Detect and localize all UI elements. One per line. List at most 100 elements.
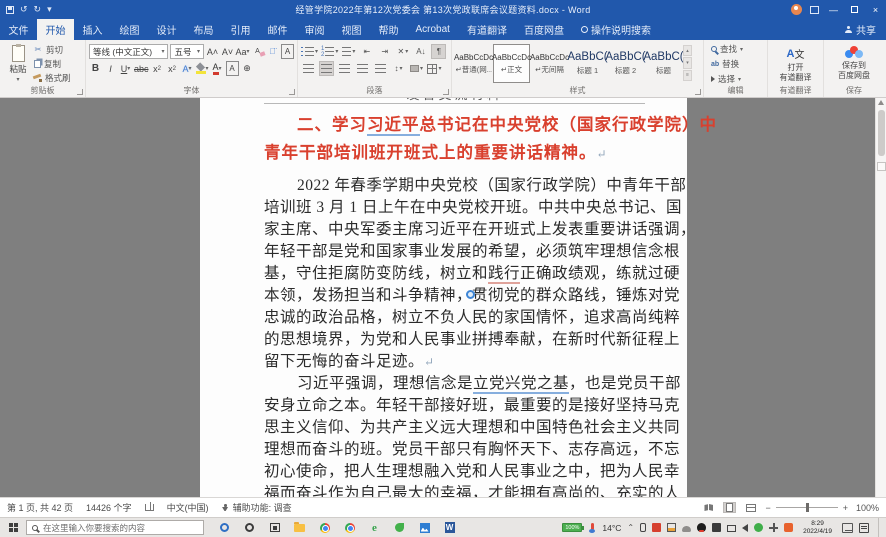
decrease-indent-icon[interactable]: ⇤	[359, 44, 374, 59]
tab-insert[interactable]: 插入	[74, 19, 111, 40]
dialog-launcher-icon[interactable]	[443, 89, 449, 95]
tray-red-app-icon[interactable]	[652, 523, 661, 532]
ime-icon[interactable]	[842, 523, 853, 533]
battery-icon[interactable]: 100%	[562, 523, 582, 532]
font-size-combo[interactable]: 五号▾	[170, 44, 204, 59]
bullets-icon[interactable]: ▾	[301, 44, 318, 59]
customize-qat-icon[interactable]: ▾	[47, 5, 52, 14]
read-mode-icon[interactable]	[702, 502, 715, 513]
style-card-2[interactable]: AaBbCcDc↵正文	[493, 44, 530, 83]
character-shading-icon[interactable]: A	[226, 61, 239, 76]
start-button[interactable]	[0, 518, 26, 537]
clear-formatting-icon[interactable]: A	[251, 47, 264, 56]
style-card-3[interactable]: AaBbCcDc↵无间隔	[531, 44, 568, 83]
web-layout-icon[interactable]	[744, 502, 757, 513]
scroll-up-icon[interactable]	[878, 100, 884, 105]
open-youdao-button[interactable]: A文 打开有道翻译	[771, 43, 820, 84]
tray-cloud-icon[interactable]	[682, 526, 691, 532]
phonetic-guide-icon[interactable]: 文̈	[266, 44, 279, 59]
strikethrough-icon[interactable]: abc	[134, 61, 149, 76]
document-canvas[interactable]: 发言交流材料 二、学习习近平总书记在中央党校（国家行政学院）中青年干部培训班开班…	[0, 98, 886, 497]
zoom-level[interactable]: 100%	[853, 503, 879, 513]
accessibility-status[interactable]: 辅助功能: 调查	[222, 501, 292, 514]
minimize-button[interactable]: —	[823, 0, 844, 19]
weather-icon[interactable]	[588, 523, 596, 533]
scrollbar-thumb[interactable]	[878, 110, 885, 156]
green-app-icon[interactable]	[387, 518, 412, 537]
cut-button[interactable]: ✂剪切	[33, 44, 71, 56]
undo-icon[interactable]: ↺	[20, 5, 28, 14]
dialog-launcher-icon[interactable]	[77, 89, 83, 95]
tab-home[interactable]: 开始	[37, 19, 74, 40]
multilevel-list-icon[interactable]: ▾	[341, 44, 356, 59]
paste-button[interactable]: 粘贴 ▾	[3, 43, 33, 84]
tray-display-icon[interactable]	[727, 525, 736, 532]
tray-phone-icon[interactable]	[640, 523, 646, 532]
action-center-icon[interactable]	[859, 523, 869, 533]
proofing-status[interactable]	[145, 504, 154, 511]
highlight-color-icon[interactable]: ▾	[196, 61, 209, 76]
word-count[interactable]: 14426 个字	[86, 501, 132, 514]
share-button[interactable]: 共享	[835, 19, 886, 40]
tab-file[interactable]: 文件	[0, 19, 37, 40]
sort-icon[interactable]: A↓	[413, 44, 428, 59]
print-layout-icon[interactable]	[723, 502, 736, 513]
align-right-icon[interactable]	[337, 61, 352, 76]
chrome-icon[interactable]	[312, 518, 337, 537]
close-button[interactable]: ×	[865, 0, 886, 19]
zoom-slider[interactable]	[776, 507, 838, 508]
character-border-icon[interactable]: A	[281, 44, 294, 59]
distribute-icon[interactable]	[373, 61, 388, 76]
asian-layout-icon[interactable]: ✕▾	[395, 44, 410, 59]
tab-references[interactable]: 引用	[222, 19, 259, 40]
copy-button[interactable]: 复制	[33, 58, 71, 70]
text-effects-icon[interactable]: A▾	[181, 61, 194, 76]
tab-review[interactable]: 审阅	[296, 19, 333, 40]
dialog-launcher-icon[interactable]	[695, 89, 701, 95]
style-card-6[interactable]: AaBbC(标题	[645, 44, 682, 83]
tray-security-icon[interactable]	[784, 523, 793, 532]
tab-help[interactable]: 帮助	[370, 19, 407, 40]
redo-icon[interactable]: ↻	[34, 5, 42, 14]
tab-acrobat[interactable]: Acrobat	[407, 19, 458, 40]
temperature[interactable]: 14°C	[602, 523, 621, 533]
tab-youdao[interactable]: 有道翻译	[458, 19, 515, 40]
volume-icon[interactable]	[742, 524, 748, 532]
tray-expand-icon[interactable]: ⌃	[627, 523, 634, 532]
line-spacing-icon[interactable]: ↕▾	[391, 61, 406, 76]
subscript-icon[interactable]: x2	[151, 61, 164, 76]
task-view-icon[interactable]	[262, 518, 287, 537]
find-button[interactable]: 查找▾	[711, 43, 764, 55]
tab-tellme[interactable]: 操作说明搜索	[572, 19, 659, 40]
tab-view[interactable]: 视图	[333, 19, 370, 40]
file-explorer-icon[interactable]	[287, 518, 312, 537]
superscript-icon[interactable]: x2	[166, 61, 179, 76]
taskbar-search-input[interactable]: 在这里输入你要搜索的内容	[26, 520, 204, 535]
tray-qq-icon[interactable]	[697, 523, 706, 532]
ribbon-display-options-icon[interactable]	[805, 0, 823, 19]
show-desktop-button[interactable]	[878, 518, 882, 537]
scrollbar-page-icon[interactable]	[877, 162, 886, 171]
tab-mailings[interactable]: 邮件	[259, 19, 296, 40]
vertical-scrollbar[interactable]	[875, 98, 886, 497]
tray-360-icon[interactable]	[754, 523, 763, 532]
style-card-4[interactable]: AaBbC(标题 1	[569, 44, 606, 83]
zoom-slider-thumb[interactable]	[806, 503, 809, 512]
dialog-launcher-icon[interactable]	[289, 89, 295, 95]
internet-explorer-icon[interactable]: e	[362, 518, 387, 537]
taskbar-app-icon[interactable]	[237, 518, 262, 537]
replace-button[interactable]: ab替换	[711, 58, 764, 70]
style-card-5[interactable]: AaBbC(标题 2	[607, 44, 644, 83]
save-to-baidu-button[interactable]: 保存到百度网盘	[827, 43, 881, 84]
document-page[interactable]: 发言交流材料 二、学习习近平总书记在中央党校（国家行政学院）中青年干部培训班开班…	[200, 98, 687, 497]
font-name-combo[interactable]: 等线 (中文正文)▾	[89, 44, 168, 59]
tray-image-icon[interactable]	[667, 523, 676, 532]
taskbar-clock[interactable]: 8:292022/4/19	[799, 520, 836, 536]
photos-app-icon[interactable]	[412, 518, 437, 537]
underline-icon[interactable]: U▾	[119, 61, 132, 76]
grow-font-icon[interactable]: A˄	[206, 44, 219, 59]
bold-icon[interactable]: B	[89, 61, 102, 76]
save-icon[interactable]	[6, 6, 14, 14]
tray-app-icon[interactable]	[712, 523, 721, 532]
change-case-icon[interactable]: Aa▾	[236, 44, 249, 59]
